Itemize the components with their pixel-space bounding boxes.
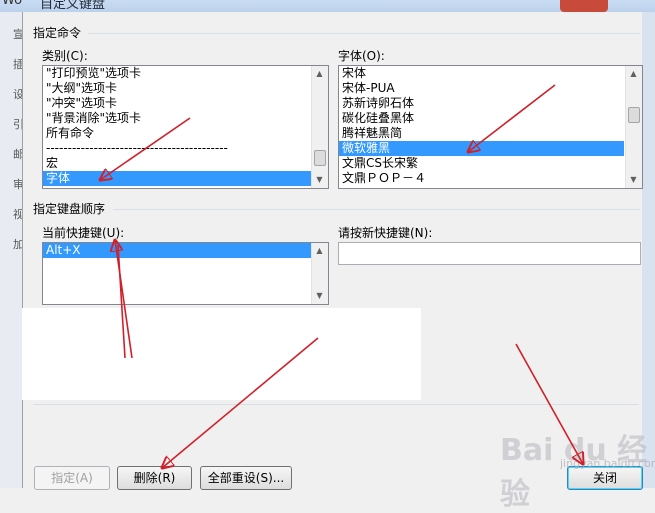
annotation-arrow <box>468 84 556 152</box>
annotation-arrow <box>100 117 191 180</box>
annotation-overlay <box>0 84 655 488</box>
annotation-arrow <box>515 343 583 464</box>
annotation-arrow <box>162 337 319 468</box>
